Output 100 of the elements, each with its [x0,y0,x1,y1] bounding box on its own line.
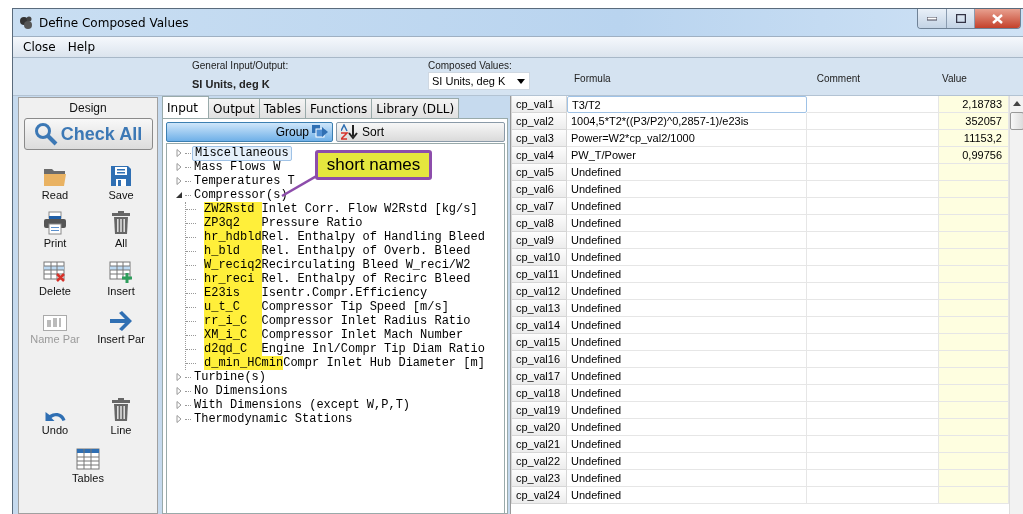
formula-cell[interactable]: Undefined [567,334,807,351]
row-header[interactable]: cp_val15 [511,334,567,351]
row-header[interactable]: cp_val7 [511,198,567,215]
formula-cell[interactable]: Undefined [567,181,807,198]
formula-cell[interactable]: Undefined [567,368,807,385]
tool-button[interactable]: Insert Par [88,300,154,345]
tree-item[interactable]: Miscellaneous [192,145,292,161]
short-name[interactable]: hr_hdbld [204,230,262,244]
row-header[interactable]: cp_val23 [511,470,567,487]
tree-item[interactable]: Turbine(s) [192,370,268,384]
formula-cell[interactable]: Undefined [567,436,807,453]
row-header[interactable]: cp_val6 [511,181,567,198]
row-header[interactable]: cp_val1 [511,96,567,113]
row-header[interactable]: cp_val3 [511,130,567,147]
short-name[interactable]: u_t_C [204,300,262,314]
row-header[interactable]: cp_val20 [511,419,567,436]
menu-item[interactable]: Help [61,40,102,54]
tree-item[interactable]: With Dimensions (except W,P,T) [192,398,413,412]
expand-arrow-icon[interactable] [175,373,183,381]
formula-cell[interactable]: Power=W2*cp_val2/1000 [567,130,807,147]
short-name[interactable]: d2qd_C [204,342,262,356]
row-header[interactable]: cp_val21 [511,436,567,453]
short-name[interactable]: XM_i_C [204,328,262,342]
tool-button[interactable]: Read [22,156,88,201]
units-dropdown[interactable]: SI Units, deg K [428,72,530,90]
formula-cell[interactable]: Undefined [567,283,807,300]
collapse-arrow-icon[interactable] [175,191,183,199]
check-all-button[interactable]: Check All [23,118,153,150]
expand-arrow-icon[interactable] [175,149,183,157]
short-name[interactable]: W_reciq2 [204,258,262,272]
formula-cell[interactable]: Undefined [567,215,807,232]
comment-cell[interactable] [807,487,939,504]
tab[interactable]: Library (DLL) [371,98,460,118]
row-header[interactable]: cp_val2 [511,113,567,130]
expand-arrow-icon[interactable] [175,163,183,171]
row-header[interactable]: cp_val24 [511,487,567,504]
tool-button[interactable]: Tables [22,439,154,484]
menu-item[interactable]: Close [17,40,62,54]
row-header[interactable]: cp_val4 [511,147,567,164]
row-header[interactable]: cp_val10 [511,249,567,266]
row-header[interactable]: cp_val19 [511,402,567,419]
tree-item[interactable]: Thermodynamic Stations [192,412,355,426]
formula-cell[interactable]: Undefined [567,470,807,487]
formula-cell[interactable]: Undefined [567,164,807,181]
tool-button[interactable]: Delete [22,252,88,297]
row-header[interactable]: cp_val8 [511,215,567,232]
row-header[interactable]: cp_val13 [511,300,567,317]
tab[interactable]: Functions [305,98,373,118]
tab[interactable]: Tables [258,98,307,118]
short-name[interactable]: rr_i_C [204,314,262,328]
tab[interactable]: Input [162,96,210,118]
formula-cell[interactable]: Undefined [567,453,807,470]
row-header[interactable]: cp_val18 [511,385,567,402]
row-header[interactable]: cp_val5 [511,164,567,181]
expand-arrow-icon[interactable] [175,387,183,395]
row-header[interactable]: cp_val12 [511,283,567,300]
expand-arrow-icon[interactable] [175,415,183,423]
tool-button[interactable]: Insert [88,252,154,297]
tool-button[interactable]: All [88,204,154,249]
tree-item[interactable]: Temperatures T [192,174,297,188]
short-name[interactable]: E23is [204,286,262,300]
tool-button[interactable]: Line [88,391,154,436]
short-name[interactable]: h_bld [204,244,262,258]
row-header[interactable]: cp_val17 [511,368,567,385]
formula-cell[interactable]: PW_T/Power [567,147,807,164]
row-header[interactable]: cp_val9 [511,232,567,249]
expand-arrow-icon[interactable] [175,177,183,185]
formula-cell[interactable]: Undefined [567,419,807,436]
formula-cell[interactable]: Undefined [567,487,807,504]
formula-cell[interactable]: Undefined [567,266,807,283]
tool-button[interactable]: Undo [22,391,88,436]
scroll-up-icon[interactable] [1013,101,1021,106]
formula-cell[interactable]: Undefined [567,300,807,317]
tool-button[interactable]: Save [88,156,154,201]
formula-cell[interactable]: Undefined [567,402,807,419]
tool-button[interactable]: Print [22,204,88,249]
formula-cell[interactable]: T3/T2 [567,96,807,113]
short-name[interactable]: ZP3q2 [204,216,262,230]
short-name[interactable]: d_min_HCmin [204,356,284,370]
formula-cell[interactable]: Undefined [567,385,807,402]
row-header[interactable]: cp_val14 [511,317,567,334]
short-name[interactable]: hr_reci [204,272,262,286]
formula-cell[interactable]: Undefined [567,198,807,215]
tree-item[interactable]: No Dimensions [192,384,290,398]
row-header[interactable]: cp_val11 [511,266,567,283]
row-header[interactable]: cp_val16 [511,351,567,368]
tab[interactable]: Output [208,98,260,118]
view-button[interactable]: Sort [336,122,505,142]
formula-cell[interactable]: Undefined [567,249,807,266]
formula-cell[interactable]: Undefined [567,317,807,334]
tree-item[interactable]: Compressor(s) [192,188,290,202]
short-name[interactable]: ZW2Rstd [204,202,262,216]
view-button[interactable]: Group [166,122,333,142]
row-header[interactable]: cp_val22 [511,453,567,470]
expand-arrow-icon[interactable] [175,401,183,409]
scroll-thumb[interactable] [1010,112,1023,130]
formula-cell[interactable]: 1004,5*T2*((P3/P2)^0,2857-1)/e23is [567,113,807,130]
close-button[interactable] [974,9,1020,28]
scrollbar[interactable] [1009,96,1023,514]
formula-cell[interactable]: Undefined [567,232,807,249]
